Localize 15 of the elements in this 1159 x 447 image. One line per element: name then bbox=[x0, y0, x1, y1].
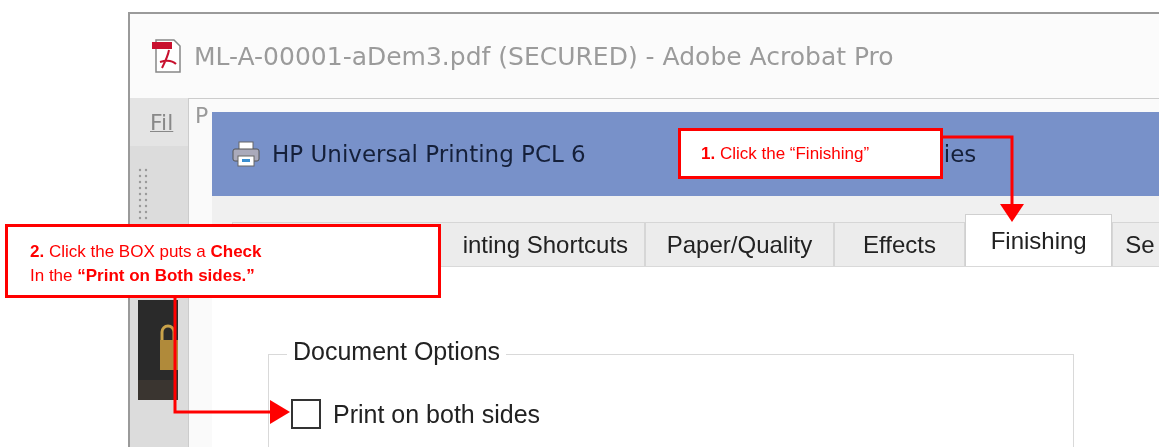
checkbox-label: Print on both sides bbox=[333, 399, 541, 429]
tab[interactable]: Se bbox=[1112, 222, 1159, 266]
window-title: P bbox=[195, 103, 209, 128]
window-title: ML-A-00001-aDem3.pdf (SECURED) - Adobe Acrobat Pro bbox=[194, 41, 894, 71]
tab[interactable]: Paper/Quality bbox=[645, 222, 834, 266]
printer-icon bbox=[232, 140, 260, 168]
tab[interactable]: Effects bbox=[833, 222, 966, 266]
pdf-file-icon bbox=[152, 38, 182, 74]
grip-icon bbox=[138, 168, 148, 220]
window-title: ies bbox=[943, 141, 977, 167]
callout-text: 1. Click the “Finishing” bbox=[701, 142, 870, 165]
callout-text: 2. Click the BOX puts a Check In the “Print on Both sides.” bbox=[30, 241, 263, 287]
tab[interactable]: Finishing bbox=[965, 214, 1113, 266]
window-title: HP Universal Printing PCL 6 bbox=[272, 141, 586, 167]
checkbox[interactable] bbox=[291, 399, 321, 429]
